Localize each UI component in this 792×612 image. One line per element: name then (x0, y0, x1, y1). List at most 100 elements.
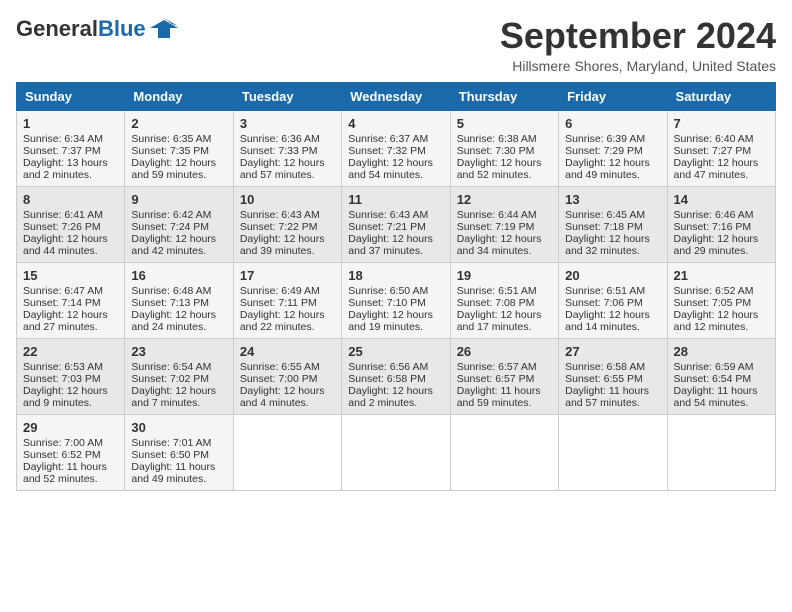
daylight: Daylight: 11 hours and 59 minutes. (457, 385, 541, 409)
sunrise: Sunrise: 6:56 AM (348, 361, 428, 373)
table-row: 26Sunrise: 6:57 AMSunset: 6:57 PMDayligh… (450, 338, 558, 414)
sunrise: Sunrise: 6:45 AM (565, 209, 645, 221)
daylight: Daylight: 12 hours and 12 minutes. (674, 309, 759, 333)
day-number: 12 (457, 192, 552, 207)
sunrise: Sunrise: 6:49 AM (240, 285, 320, 297)
sunrise: Sunrise: 6:36 AM (240, 133, 320, 145)
sunset: Sunset: 7:10 PM (348, 297, 426, 309)
sunset: Sunset: 7:00 PM (240, 373, 318, 385)
daylight: Daylight: 11 hours and 52 minutes. (23, 461, 107, 485)
sunrise: Sunrise: 6:37 AM (348, 133, 428, 145)
sunrise: Sunrise: 6:40 AM (674, 133, 754, 145)
sunset: Sunset: 7:13 PM (131, 297, 209, 309)
sunrise: Sunrise: 6:43 AM (240, 209, 320, 221)
day-number: 24 (240, 344, 335, 359)
daylight: Daylight: 12 hours and 19 minutes. (348, 309, 433, 333)
day-number: 13 (565, 192, 660, 207)
day-number: 28 (674, 344, 769, 359)
sunset: Sunset: 7:21 PM (348, 221, 426, 233)
daylight: Daylight: 12 hours and 32 minutes. (565, 233, 650, 257)
sunrise: Sunrise: 7:01 AM (131, 437, 211, 449)
table-row: 2Sunrise: 6:35 AMSunset: 7:35 PMDaylight… (125, 110, 233, 186)
daylight: Daylight: 12 hours and 27 minutes. (23, 309, 108, 333)
sunset: Sunset: 7:27 PM (674, 145, 752, 157)
calendar-table: Sunday Monday Tuesday Wednesday Thursday… (16, 82, 776, 491)
day-number: 1 (23, 116, 118, 131)
table-row: 10Sunrise: 6:43 AMSunset: 7:22 PMDayligh… (233, 186, 341, 262)
logo: GeneralBlue (16, 16, 178, 42)
sunrise: Sunrise: 6:42 AM (131, 209, 211, 221)
sunset: Sunset: 7:08 PM (457, 297, 535, 309)
sunset: Sunset: 7:29 PM (565, 145, 643, 157)
day-number: 8 (23, 192, 118, 207)
day-number: 19 (457, 268, 552, 283)
table-row: 22Sunrise: 6:53 AMSunset: 7:03 PMDayligh… (17, 338, 125, 414)
table-row: 25Sunrise: 6:56 AMSunset: 6:58 PMDayligh… (342, 338, 450, 414)
table-row: 6Sunrise: 6:39 AMSunset: 7:29 PMDaylight… (559, 110, 667, 186)
table-row (342, 414, 450, 490)
daylight: Daylight: 12 hours and 37 minutes. (348, 233, 433, 257)
daylight: Daylight: 12 hours and 9 minutes. (23, 385, 108, 409)
sunset: Sunset: 7:19 PM (457, 221, 535, 233)
sunset: Sunset: 6:54 PM (674, 373, 752, 385)
sunrise: Sunrise: 6:34 AM (23, 133, 103, 145)
sunset: Sunset: 7:16 PM (674, 221, 752, 233)
table-row (233, 414, 341, 490)
daylight: Daylight: 11 hours and 49 minutes. (131, 461, 215, 485)
sunrise: Sunrise: 6:52 AM (674, 285, 754, 297)
daylight: Daylight: 12 hours and 57 minutes. (240, 157, 325, 181)
table-row: 20Sunrise: 6:51 AMSunset: 7:06 PMDayligh… (559, 262, 667, 338)
location: Hillsmere Shores, Maryland, United State… (500, 58, 776, 74)
table-row: 21Sunrise: 6:52 AMSunset: 7:05 PMDayligh… (667, 262, 775, 338)
sunset: Sunset: 7:06 PM (565, 297, 643, 309)
daylight: Daylight: 13 hours and 2 minutes. (23, 157, 108, 181)
table-row: 8Sunrise: 6:41 AMSunset: 7:26 PMDaylight… (17, 186, 125, 262)
daylight: Daylight: 12 hours and 4 minutes. (240, 385, 325, 409)
daylight: Daylight: 12 hours and 34 minutes. (457, 233, 542, 257)
day-number: 3 (240, 116, 335, 131)
sunset: Sunset: 6:57 PM (457, 373, 535, 385)
table-row: 12 Sunrise: 6:44 AMSunset: 7:19 PMDayligh… (450, 186, 558, 262)
daylight: Daylight: 12 hours and 44 minutes. (23, 233, 108, 257)
sunset: Sunset: 6:52 PM (23, 449, 101, 461)
table-row: 15Sunrise: 6:47 AMSunset: 7:14 PMDayligh… (17, 262, 125, 338)
table-row: 11Sunrise: 6:43 AMSunset: 7:21 PMDayligh… (342, 186, 450, 262)
sunset: Sunset: 7:14 PM (23, 297, 101, 309)
sunset: Sunset: 7:37 PM (23, 145, 101, 157)
table-row: 4 Sunrise: 6:37 AMSunset: 7:32 PMDaylight… (342, 110, 450, 186)
day-number: 15 (23, 268, 118, 283)
sunrise: Sunrise: 6:43 AM (348, 209, 428, 221)
day-number: 16 (131, 268, 226, 283)
table-row: 9Sunrise: 6:42 AMSunset: 7:24 PMDaylight… (125, 186, 233, 262)
daylight: Daylight: 12 hours and 24 minutes. (131, 309, 216, 333)
sunrise: Sunrise: 6:38 AM (457, 133, 537, 145)
table-row: 24Sunrise: 6:55 AMSunset: 7:00 PMDayligh… (233, 338, 341, 414)
sunset: Sunset: 7:11 PM (240, 297, 317, 309)
sunrise: Sunrise: 7:00 AM (23, 437, 103, 449)
day-number: 4 (348, 116, 443, 131)
daylight: Daylight: 12 hours and 54 minutes. (348, 157, 433, 181)
page-header: GeneralBlue September 2024 Hillsmere Sho… (16, 16, 776, 74)
daylight: Daylight: 12 hours and 7 minutes. (131, 385, 216, 409)
sunset: Sunset: 7:32 PM (348, 145, 426, 157)
sunset: Sunset: 7:35 PM (131, 145, 209, 157)
sunset: Sunset: 6:55 PM (565, 373, 643, 385)
sunset: Sunset: 7:18 PM (565, 221, 643, 233)
day-number: 27 (565, 344, 660, 359)
day-number: 6 (565, 116, 660, 131)
day-number: 20 (565, 268, 660, 283)
header-saturday: Saturday (667, 82, 775, 110)
table-row: 28Sunrise: 6:59 AMSunset: 6:54 PMDayligh… (667, 338, 775, 414)
table-row (667, 414, 775, 490)
sunrise: Sunrise: 6:46 AM (674, 209, 754, 221)
table-row: 19Sunrise: 6:51 AMSunset: 7:08 PMDayligh… (450, 262, 558, 338)
table-row: 30Sunrise: 7:01 AMSunset: 6:50 PMDayligh… (125, 414, 233, 490)
daylight: Daylight: 12 hours and 47 minutes. (674, 157, 759, 181)
sunrise: Sunrise: 6:44 AM (457, 209, 537, 221)
table-row: 17Sunrise: 6:49 AMSunset: 7:11 PMDayligh… (233, 262, 341, 338)
daylight: Daylight: 12 hours and 17 minutes. (457, 309, 542, 333)
header-monday: Monday (125, 82, 233, 110)
daylight: Daylight: 12 hours and 42 minutes. (131, 233, 216, 257)
daylight: Daylight: 11 hours and 54 minutes. (674, 385, 758, 409)
table-row: 14Sunrise: 6:46 AMSunset: 7:16 PMDayligh… (667, 186, 775, 262)
